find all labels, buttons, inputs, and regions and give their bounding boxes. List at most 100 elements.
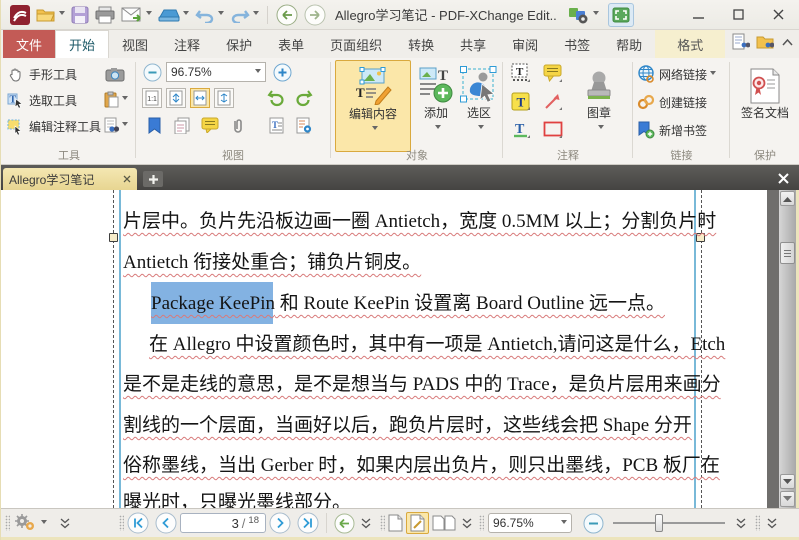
minimize-button[interactable]	[678, 2, 718, 28]
zoom-out-button[interactable]	[140, 61, 164, 83]
fit-width-button[interactable]	[190, 88, 210, 108]
fit-page-button[interactable]	[214, 88, 234, 108]
tab-protect[interactable]: 保护	[213, 30, 265, 58]
history-forward-button[interactable]	[301, 3, 329, 27]
status-zoom-combobox[interactable]: 96.75%	[488, 513, 572, 533]
bookmarks-pane-button[interactable]	[142, 114, 166, 136]
add-bookmark-button[interactable]: 新增书签	[637, 118, 707, 142]
tab-organize[interactable]: 页面组织	[317, 30, 395, 58]
undo-button[interactable]	[192, 3, 227, 27]
status-settings-button[interactable]	[10, 511, 49, 535]
zoom-level-combobox[interactable]: 96.75%	[166, 62, 266, 82]
page-number-input[interactable]: 3 / 18	[180, 513, 266, 533]
hand-tool-button[interactable]: 手形工具	[7, 62, 77, 86]
arrow-tool-button[interactable]	[539, 88, 566, 114]
last-page-button[interactable]	[294, 511, 322, 535]
maximize-button[interactable]	[718, 2, 758, 28]
single-page-view-button[interactable]	[385, 511, 406, 535]
status-zoom-out-button[interactable]	[580, 511, 607, 535]
zoom-slider[interactable]	[613, 514, 725, 532]
rectangle-tool-button[interactable]	[539, 116, 566, 142]
edit-comment-tool-button[interactable]: 编辑注释工具	[7, 114, 101, 138]
scrollbar-thumb[interactable]	[780, 242, 795, 264]
rotate-ccw-button[interactable]	[264, 87, 288, 109]
email-button[interactable]	[118, 3, 155, 27]
reading-mode-icon[interactable]	[729, 30, 753, 54]
fit-visible-button[interactable]	[166, 88, 186, 108]
scan-button[interactable]	[155, 3, 192, 27]
underline-text-tool-button[interactable]: T	[507, 116, 534, 142]
select-objects-button[interactable]: 选区	[459, 60, 499, 152]
properties-pane-button[interactable]	[292, 114, 316, 136]
web-link-button[interactable]: 网络链接	[637, 62, 717, 86]
selection-handle-left[interactable]	[109, 233, 118, 242]
tab-comment[interactable]: 注释	[161, 30, 213, 58]
zoom-grip[interactable]	[479, 515, 484, 531]
tab-file[interactable]: 文件	[3, 30, 56, 58]
redo-button[interactable]	[227, 3, 262, 27]
fullscreen-toggle-button[interactable]	[607, 2, 634, 27]
close-document-button[interactable]	[774, 169, 792, 187]
stamp-button[interactable]: 图章	[571, 60, 627, 152]
find-button[interactable]	[101, 114, 131, 136]
previous-page-button[interactable]	[152, 511, 180, 535]
new-tab-button[interactable]	[143, 171, 163, 187]
history-back-button[interactable]	[273, 3, 301, 27]
actual-size-button[interactable]: 1:1	[142, 88, 162, 108]
shared-review-icon[interactable]	[753, 30, 777, 54]
tab-home[interactable]: 开始	[55, 30, 110, 58]
document-tab[interactable]: Allegro学习笔记	[3, 168, 137, 190]
scroll-options-button[interactable]	[780, 491, 795, 507]
comments-pane-button[interactable]	[198, 114, 222, 136]
tab-convert[interactable]: 转换	[395, 30, 447, 58]
scroll-down-button[interactable]	[780, 474, 795, 489]
tab-view[interactable]: 视图	[109, 30, 161, 58]
thumbnails-pane-button[interactable]	[170, 114, 194, 136]
create-link-button[interactable]: 创建链接	[637, 90, 707, 114]
tab-share[interactable]: 共享	[447, 30, 499, 58]
selection-handle-right[interactable]	[696, 233, 705, 242]
collapse-ribbon-button[interactable]	[779, 30, 796, 54]
open-file-button[interactable]	[33, 3, 68, 27]
edit-content-button[interactable]: T 编辑内容	[335, 60, 411, 152]
status-expand-left-button[interactable]	[57, 511, 73, 535]
tab-bookmarks[interactable]: 书签	[551, 30, 603, 58]
highlight-text-tool-button[interactable]: T	[507, 88, 534, 114]
tab-format[interactable]: 格式	[655, 30, 726, 58]
typewriter-tool-button[interactable]: T	[507, 60, 534, 86]
select-objects-icon	[460, 60, 498, 104]
tab-help[interactable]: 帮助	[603, 30, 655, 58]
scroll-up-button[interactable]	[780, 191, 795, 206]
tab-form[interactable]: 表单	[265, 30, 317, 58]
vertical-scrollbar[interactable]	[779, 190, 796, 508]
zoom-slider-thumb[interactable]	[655, 514, 663, 532]
right-grip[interactable]	[755, 515, 760, 531]
sign-document-button[interactable]: 签名文档	[734, 60, 796, 152]
two-page-view-button[interactable]	[429, 511, 459, 535]
document-tab-close-icon[interactable]	[123, 172, 131, 186]
select-tool-button[interactable]: T 选取工具	[7, 88, 77, 112]
nav-expand-button[interactable]	[358, 511, 374, 535]
fit-page-view-button[interactable]	[406, 512, 429, 534]
sticky-note-tool-button[interactable]	[539, 60, 566, 86]
print-button[interactable]	[92, 3, 118, 27]
first-page-button[interactable]	[124, 511, 152, 535]
rotate-cw-button[interactable]	[292, 87, 316, 109]
zoom-expand-button[interactable]	[733, 511, 749, 535]
tab-review[interactable]: 审阅	[499, 30, 551, 58]
snapshot-button[interactable]	[103, 63, 127, 85]
previous-view-button[interactable]	[331, 511, 358, 535]
next-page-button[interactable]	[266, 511, 294, 535]
ui-options-icon[interactable]	[565, 3, 602, 27]
save-button[interactable]	[68, 3, 92, 27]
selected-text: Package KeePin	[151, 293, 275, 314]
zoom-in-button[interactable]	[270, 61, 294, 83]
layout-expand-button[interactable]	[459, 511, 475, 535]
document-page[interactable]: 片层中。负片先沿板边画一圈 Antietch，宽度 0.5MM 以上；分割负片时…	[1, 190, 799, 508]
paste-button[interactable]	[101, 88, 131, 110]
add-object-button[interactable]: T 添加	[415, 60, 457, 152]
content-pane-button[interactable]: T	[264, 114, 288, 136]
far-right-expand-button[interactable]	[764, 511, 780, 535]
close-button[interactable]	[758, 2, 798, 28]
attachments-pane-button[interactable]	[226, 114, 250, 136]
